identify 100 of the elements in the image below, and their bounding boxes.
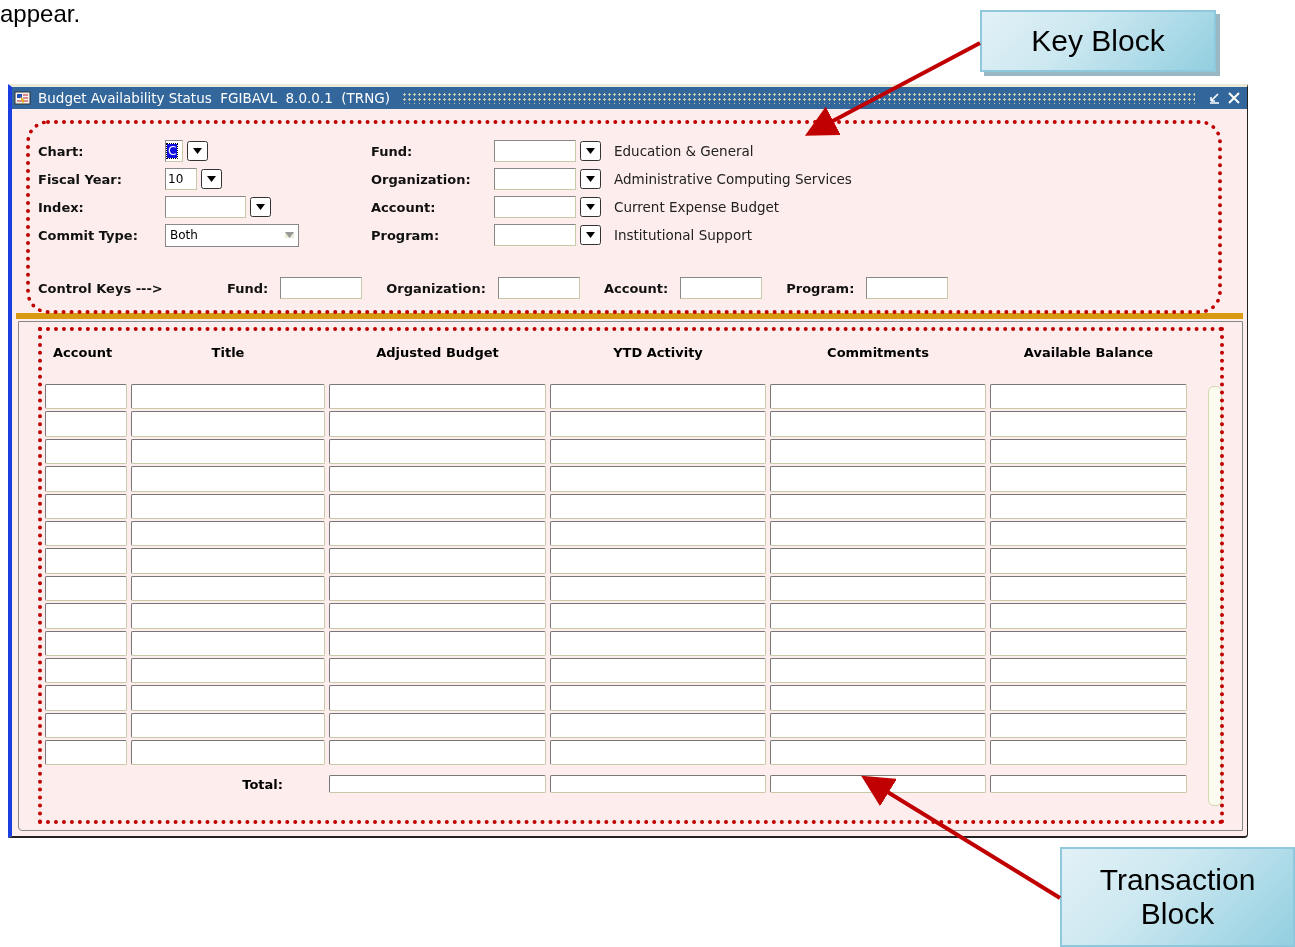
- table-cell[interactable]: [770, 466, 986, 492]
- table-cell[interactable]: [131, 630, 325, 656]
- input-field[interactable]: [494, 224, 576, 246]
- table-cell[interactable]: [131, 740, 325, 766]
- table-cell[interactable]: [329, 384, 546, 410]
- dropdown-button[interactable]: [580, 169, 601, 189]
- table-cell[interactable]: [550, 657, 766, 684]
- table-cell[interactable]: [990, 712, 1187, 739]
- table-cell[interactable]: [990, 685, 1187, 711]
- input-field[interactable]: [494, 168, 576, 190]
- table-cell[interactable]: [329, 548, 546, 574]
- table-cell[interactable]: [770, 575, 986, 602]
- table-cell[interactable]: [131, 520, 325, 547]
- table-cell[interactable]: [770, 411, 986, 437]
- table-cell[interactable]: [990, 740, 1187, 766]
- table-cell[interactable]: [45, 712, 127, 739]
- table-cell[interactable]: [770, 548, 986, 574]
- table-cell[interactable]: [550, 630, 766, 656]
- table-cell[interactable]: [990, 411, 1187, 437]
- table-cell[interactable]: [45, 657, 127, 684]
- table-cell[interactable]: [550, 712, 766, 739]
- table-cell[interactable]: [550, 493, 766, 519]
- table-cell[interactable]: [329, 712, 546, 739]
- title-bar-grip[interactable]: [402, 92, 1195, 104]
- dropdown-button[interactable]: [580, 141, 601, 161]
- table-cell[interactable]: [329, 438, 546, 465]
- table-cell[interactable]: [990, 438, 1187, 465]
- table-cell[interactable]: [131, 411, 325, 437]
- table-cell[interactable]: [990, 575, 1187, 602]
- dropdown-button[interactable]: [187, 141, 208, 161]
- dropdown-button[interactable]: [250, 197, 271, 217]
- table-cell[interactable]: [329, 685, 546, 711]
- close-icon[interactable]: [1227, 91, 1241, 105]
- table-cell[interactable]: [329, 520, 546, 547]
- scrollbar[interactable]: [1208, 386, 1222, 806]
- table-cell[interactable]: [329, 493, 546, 519]
- table-cell[interactable]: [770, 603, 986, 629]
- table-cell[interactable]: [550, 740, 766, 766]
- table-cell[interactable]: [990, 630, 1187, 656]
- commit-type-select[interactable]: Both: [165, 223, 299, 247]
- input-field[interactable]: [494, 140, 576, 162]
- input-field[interactable]: [680, 277, 763, 299]
- table-cell[interactable]: [550, 520, 766, 547]
- table-cell[interactable]: [131, 493, 325, 519]
- table-cell[interactable]: [329, 411, 546, 437]
- table-cell[interactable]: [990, 384, 1187, 410]
- table-cell[interactable]: [45, 630, 127, 656]
- input-field[interactable]: [494, 196, 576, 218]
- table-cell[interactable]: [329, 603, 546, 629]
- table-cell[interactable]: [990, 493, 1187, 519]
- table-cell[interactable]: [45, 603, 127, 629]
- table-cell[interactable]: [770, 520, 986, 547]
- table-cell[interactable]: [990, 520, 1187, 547]
- table-cell[interactable]: [45, 411, 127, 437]
- input-field[interactable]: [497, 277, 580, 299]
- table-cell[interactable]: [990, 603, 1187, 629]
- table-cell[interactable]: [770, 685, 986, 711]
- table-cell[interactable]: [770, 493, 986, 519]
- input-field[interactable]: [165, 196, 246, 218]
- table-cell[interactable]: [45, 438, 127, 465]
- table-cell[interactable]: [770, 630, 986, 656]
- table-cell[interactable]: [550, 438, 766, 465]
- table-cell[interactable]: [131, 603, 325, 629]
- table-cell[interactable]: [770, 712, 986, 739]
- input-field[interactable]: 10: [165, 168, 197, 190]
- table-cell[interactable]: [550, 575, 766, 602]
- table-cell[interactable]: [45, 575, 127, 602]
- input-field[interactable]: C: [165, 140, 183, 162]
- dropdown-button[interactable]: [580, 225, 601, 245]
- table-cell[interactable]: [329, 740, 546, 766]
- table-cell[interactable]: [770, 438, 986, 465]
- input-field[interactable]: [280, 277, 363, 299]
- table-cell[interactable]: [770, 657, 986, 684]
- table-cell[interactable]: [131, 548, 325, 574]
- table-cell[interactable]: [550, 685, 766, 711]
- table-cell[interactable]: [990, 657, 1187, 684]
- table-cell[interactable]: [45, 493, 127, 519]
- table-cell[interactable]: [131, 466, 325, 492]
- table-cell[interactable]: [45, 740, 127, 766]
- table-cell[interactable]: [329, 630, 546, 656]
- dropdown-button[interactable]: [201, 169, 222, 189]
- table-cell[interactable]: [990, 466, 1187, 492]
- table-cell[interactable]: [45, 520, 127, 547]
- dropdown-button[interactable]: [580, 197, 601, 217]
- restore-icon[interactable]: [1207, 91, 1221, 105]
- table-cell[interactable]: [45, 548, 127, 574]
- table-cell[interactable]: [329, 575, 546, 602]
- table-cell[interactable]: [550, 384, 766, 410]
- table-cell[interactable]: [329, 657, 546, 684]
- input-field[interactable]: [866, 277, 949, 299]
- table-cell[interactable]: [770, 740, 986, 766]
- table-cell[interactable]: [45, 685, 127, 711]
- table-cell[interactable]: [45, 384, 127, 410]
- table-cell[interactable]: [329, 466, 546, 492]
- table-cell[interactable]: [550, 411, 766, 437]
- table-cell[interactable]: [45, 466, 127, 492]
- table-cell[interactable]: [131, 384, 325, 410]
- table-cell[interactable]: [131, 438, 325, 465]
- table-cell[interactable]: [550, 548, 766, 574]
- table-cell[interactable]: [131, 685, 325, 711]
